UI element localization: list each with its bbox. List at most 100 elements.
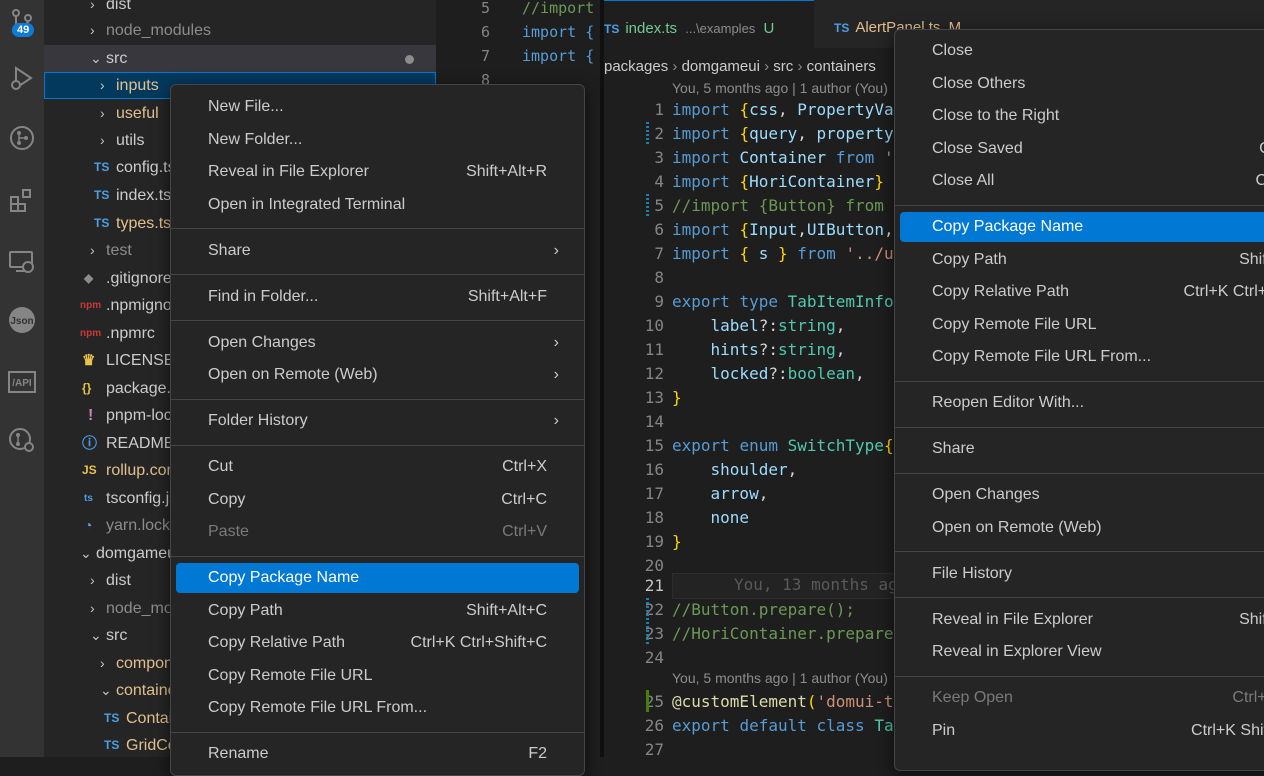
menu-item-share[interactable]: Share [900, 434, 1264, 464]
menu-item-reveal-in-explorer-view[interactable]: Reveal in Explorer View [900, 637, 1264, 667]
source-control-icon[interactable]: 49 [0, 2, 44, 42]
chevron-down-icon: ⌄ [90, 50, 102, 66]
menu-item-copy[interactable]: Copy Ctrl+C [176, 485, 579, 515]
codelens-authors[interactable]: You, 5 months ago | 1 author (You) [672, 670, 888, 686]
git-graph-icon[interactable] [0, 118, 44, 158]
menu-item-shortcut: F2 [528, 745, 547, 762]
menu-item-label: Open in Integrated Terminal [208, 195, 406, 213]
menu-item-close-to-the-right[interactable]: Close to the Right [900, 101, 1264, 131]
menu-item-share[interactable]: Share › [176, 236, 579, 266]
gitlens-icon[interactable] [0, 420, 44, 460]
menu-item-open-on-remote-web[interactable]: Open on Remote (Web) [900, 513, 1264, 543]
menu-item-copy-path[interactable]: Copy Path Shift+Alt+C [900, 245, 1264, 275]
line-number: 22 [644, 600, 664, 619]
menu-item-new-file[interactable]: New File... [176, 92, 579, 122]
code-text[interactable]: import Container from ' [672, 146, 894, 170]
code-text[interactable]: shoulder, [672, 458, 798, 482]
typescript-icon: TS [94, 160, 110, 174]
line-number: 16 [644, 460, 664, 479]
code-text[interactable]: export type TabItemInfo [672, 290, 894, 314]
menu-item-copy-remote-file-url[interactable]: Copy Remote File URL [900, 310, 1264, 340]
tree-folder-dist[interactable]: › dist [44, 0, 436, 18]
explorer-context-menu: New File... New Folder... Reveal in File E… [170, 84, 585, 776]
menu-item-pin[interactable]: Pin Ctrl+K Shift+Enter [900, 716, 1264, 746]
menu-item-close[interactable]: CloseCtrl+F4 [900, 36, 1264, 66]
menu-item-label: Pin [932, 721, 956, 739]
menu-item-shortcut: Shift+Alt+R [466, 163, 547, 180]
javascript-icon: JS [82, 463, 97, 477]
menu-separator [171, 274, 584, 275]
code-text[interactable]: //HoriContainer.prepare [672, 622, 894, 646]
menu-item-open-on-remote-web[interactable]: Open on Remote (Web) › [176, 360, 579, 390]
tree-folder-src[interactable]: ⌄ src [44, 45, 436, 72]
line-number: 17 [644, 484, 664, 503]
menu-item-cut[interactable]: Cut Ctrl+X [176, 452, 579, 482]
menu-item-reopen-editor-with[interactable]: Reopen Editor With... [900, 388, 1264, 418]
json-icon[interactable]: Json [0, 300, 44, 340]
menu-item-find-in-folder[interactable]: Find in Folder... Shift+Alt+F [176, 282, 579, 312]
code-text[interactable]: hints?:string, [672, 338, 846, 362]
menu-item-folder-history[interactable]: Folder History › [176, 406, 579, 436]
menu-item-copy-package-name[interactable]: Copy Package Name [176, 563, 579, 593]
remote-explorer-icon[interactable] [0, 242, 44, 282]
menu-item-close-saved[interactable]: Close Saved Ctrl+K U [900, 134, 1264, 164]
line-number: 13 [644, 388, 664, 407]
menu-item-shortcut: Ctrl+K Shift+Enter [1191, 721, 1264, 739]
menu-item-label: Close Others [932, 74, 1026, 92]
api-icon[interactable]: /API [0, 362, 44, 402]
menu-item-reveal-in-file-explorer[interactable]: Reveal in File Explorer Shift+Alt+R [900, 605, 1264, 635]
line-number: 10 [644, 316, 664, 335]
line-number: 7 [654, 244, 664, 263]
extensions-icon[interactable] [0, 180, 44, 220]
menu-item-copy-package-name[interactable]: Copy Package Name [900, 212, 1264, 242]
code-text[interactable]: export enum SwitchType{ [672, 434, 894, 458]
code-text[interactable]: import { s } from '../ui [672, 242, 903, 266]
menu-item-label: Copy Relative Path [208, 634, 345, 651]
menu-item-copy-path[interactable]: Copy Path Shift+Alt+C [176, 596, 579, 626]
menu-item-copy-remote-file-url-from[interactable]: Copy Remote File URL From... [176, 693, 579, 723]
menu-item-copy-relative-path[interactable]: Copy Relative Path Ctrl+K Ctrl+Shift+C [900, 277, 1264, 307]
menu-item-open-in-integrated-terminal[interactable]: Open in Integrated Terminal [176, 190, 579, 220]
code-text[interactable]: } [672, 530, 682, 554]
menu-separator [171, 398, 584, 400]
menu-separator [171, 555, 584, 557]
menu-item-reveal-in-file-explorer[interactable]: Reveal in File Explorer Shift+Alt+R [176, 157, 579, 187]
menu-item-close-others[interactable]: Close Others [900, 69, 1264, 99]
menu-item-open-changes[interactable]: Open Changes [900, 480, 1264, 510]
code-text[interactable]: import {HoriContainer} [672, 170, 884, 194]
menu-item-close-all[interactable]: Close All Ctrl+K W [900, 166, 1264, 196]
code-text[interactable]: import {query, property} [672, 122, 903, 146]
menu-item-shortcut: Ctrl+V [502, 523, 547, 540]
code-text[interactable]: @customElement('domui-t [672, 690, 894, 714]
menu-item-label: Reopen Editor With... [932, 394, 1085, 411]
code-text[interactable]: //Button.prepare(); [672, 598, 855, 622]
modified-dot-icon [405, 55, 414, 64]
menu-item-rename[interactable]: Rename F2 [176, 739, 579, 769]
menu-separator [895, 472, 1264, 474]
line-number: 23 [644, 624, 664, 643]
run-debug-icon[interactable] [0, 58, 44, 98]
menu-item-new-folder[interactable]: New Folder... [176, 125, 579, 155]
source-control-badge: 49 [12, 23, 35, 37]
code-text[interactable]: locked?:boolean, [672, 362, 865, 386]
code-text[interactable]: export default class Ta [672, 714, 894, 738]
chevron-right-icon: › [90, 572, 95, 588]
code-text[interactable]: } [672, 386, 682, 410]
menu-separator [171, 320, 584, 321]
tree-folder-node-modules[interactable]: › node_modules [44, 17, 436, 44]
code-text[interactable]: none [672, 506, 750, 530]
line-number: 5 [654, 196, 664, 215]
submenu-arrow-icon: › [553, 333, 559, 351]
code-text[interactable]: label?:string, [672, 314, 846, 338]
code-text[interactable]: import {Input,UIButton, [672, 218, 894, 242]
menu-item-copy-remote-file-url[interactable]: Copy Remote File URL [176, 661, 579, 691]
code-text[interactable]: //import {Button} from [672, 194, 884, 218]
menu-item-copy-relative-path[interactable]: Copy Relative Path Ctrl+K Ctrl+Shift+C [176, 628, 579, 658]
menu-item-file-history[interactable]: File History [900, 559, 1264, 589]
info-icon: ⓘ [82, 435, 98, 452]
line-number: 14 [644, 412, 664, 431]
code-text[interactable]: arrow, [672, 482, 769, 506]
menu-item-copy-remote-file-url-from[interactable]: Copy Remote File URL From... [900, 342, 1264, 372]
menu-item-open-changes[interactable]: Open Changes › [176, 328, 579, 358]
line-number: 4 [654, 172, 664, 191]
